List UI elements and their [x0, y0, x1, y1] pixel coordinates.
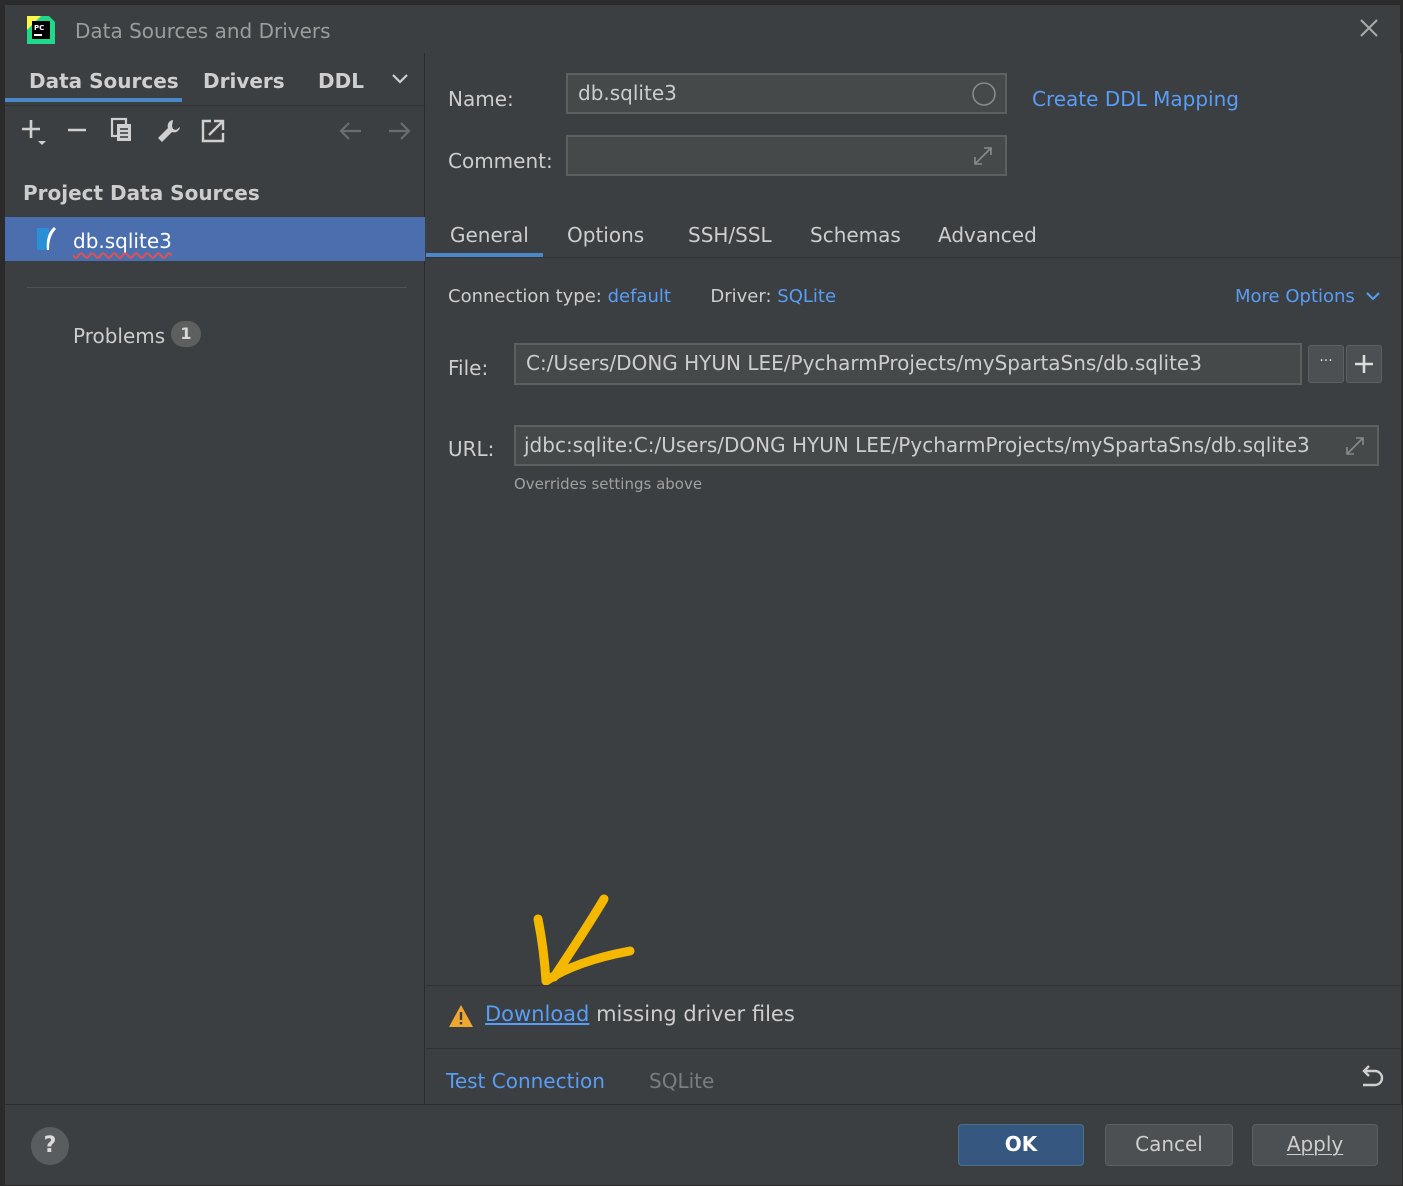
problems-item[interactable]: Problems	[73, 324, 165, 348]
divider	[27, 287, 407, 288]
create-ddl-mapping-link[interactable]: Create DDL Mapping	[1032, 87, 1239, 111]
problems-count-badge: 1	[171, 321, 201, 347]
tab-drivers[interactable]: Drivers	[203, 69, 285, 93]
cancel-button[interactable]: Cancel	[1105, 1124, 1233, 1166]
tab-ddl-mappings[interactable]: DDL M	[318, 69, 370, 93]
color-circle-icon[interactable]	[971, 81, 997, 107]
plus-icon	[1355, 355, 1373, 373]
remove-icon[interactable]	[65, 117, 93, 145]
driver-link[interactable]: SQLite	[777, 286, 836, 307]
more-options-link[interactable]: More Options	[1235, 286, 1381, 307]
chevron-down-icon[interactable]	[390, 71, 410, 87]
connection-info-row: Connection type: default Driver: SQLite	[448, 286, 836, 307]
comment-label: Comment:	[448, 149, 553, 173]
tab-options[interactable]: Options	[567, 223, 644, 247]
file-path-value: C:/Users/DONG HYUN LEE/PycharmProjects/m…	[526, 351, 1202, 375]
apply-button[interactable]: Apply	[1252, 1124, 1378, 1166]
download-driver-link[interactable]: Download	[485, 1002, 589, 1026]
ellipsis-icon: ···	[1319, 353, 1333, 369]
help-button[interactable]: ?	[31, 1127, 69, 1165]
name-label: Name:	[448, 87, 514, 111]
add-icon[interactable]	[19, 117, 47, 145]
window-title: Data Sources and Drivers	[75, 19, 331, 43]
list-item-label: db.sqlite3	[73, 229, 172, 253]
section-title: Project Data Sources	[23, 181, 260, 205]
tab-schemas[interactable]: Schemas	[810, 223, 901, 247]
test-connection-link[interactable]: Test Connection	[446, 1069, 605, 1093]
tab-divider	[426, 257, 1401, 258]
close-icon[interactable]	[1356, 15, 1382, 41]
url-override-note: Overrides settings above	[514, 475, 703, 493]
more-options-label: More Options	[1235, 286, 1355, 307]
tab-advanced[interactable]: Advanced	[938, 223, 1037, 247]
tab-ssh-ssl[interactable]: SSH/SSL	[688, 223, 772, 247]
data-sources-dialog: PC Data Sources and Drivers Data Sources…	[4, 4, 1402, 1185]
left-panel: Data Sources Drivers DDL M	[5, 53, 425, 1105]
expand-icon[interactable]	[971, 144, 995, 168]
connection-type-link[interactable]: default	[608, 286, 671, 307]
url-value: jdbc:sqlite:C:/Users/DONG HYUN LEE/Pycha…	[524, 433, 1310, 457]
forward-arrow-icon[interactable]	[385, 117, 413, 145]
add-file-button[interactable]	[1346, 345, 1382, 383]
tab-general[interactable]: General	[450, 223, 529, 247]
connection-type-label: Connection type:	[448, 286, 602, 307]
driver-label: Driver:	[710, 286, 772, 307]
left-tab-bar: Data Sources Drivers DDL M	[5, 53, 425, 106]
url-input[interactable]: jdbc:sqlite:C:/Users/DONG HYUN LEE/Pycha…	[514, 425, 1379, 466]
duplicate-icon[interactable]	[109, 117, 137, 145]
back-arrow-icon[interactable]	[337, 117, 365, 145]
warning-message: Download missing driver files	[485, 1002, 795, 1026]
name-value: db.sqlite3	[578, 81, 677, 105]
file-path-input[interactable]: C:/Users/DONG HYUN LEE/PycharmProjects/m…	[514, 343, 1302, 385]
active-tab-indicator	[5, 98, 182, 102]
warning-icon	[449, 1005, 473, 1027]
browse-button[interactable]: ···	[1308, 345, 1344, 383]
missing-driver-warning: Download missing driver files	[426, 985, 1401, 1049]
expand-icon[interactable]	[1343, 434, 1367, 458]
right-panel: Name: db.sqlite3 Create DDL Mapping Comm…	[426, 53, 1401, 1105]
list-item-db-sqlite3[interactable]: db.sqlite3	[5, 217, 425, 261]
ok-button[interactable]: OK	[958, 1124, 1084, 1166]
chevron-down-icon	[1365, 292, 1380, 301]
tab-data-sources[interactable]: Data Sources	[29, 69, 179, 93]
undo-icon[interactable]	[1357, 1065, 1385, 1091]
annotation-arrow-icon	[533, 894, 635, 986]
svg-text:PC: PC	[34, 24, 44, 32]
url-label: URL:	[448, 437, 495, 461]
pycharm-logo-icon: PC	[27, 16, 55, 44]
sqlite-icon	[37, 227, 56, 250]
title-bar: PC Data Sources and Drivers	[5, 5, 1400, 53]
open-external-icon[interactable]	[199, 117, 227, 145]
comment-input[interactable]	[566, 135, 1007, 176]
dialog-footer: ? OK Cancel Apply	[5, 1104, 1402, 1185]
wrench-icon[interactable]	[155, 117, 183, 145]
file-label: File:	[448, 356, 489, 380]
warning-text: missing driver files	[589, 1002, 795, 1026]
driver-name-label: SQLite	[649, 1069, 715, 1093]
name-input[interactable]: db.sqlite3	[566, 73, 1007, 114]
